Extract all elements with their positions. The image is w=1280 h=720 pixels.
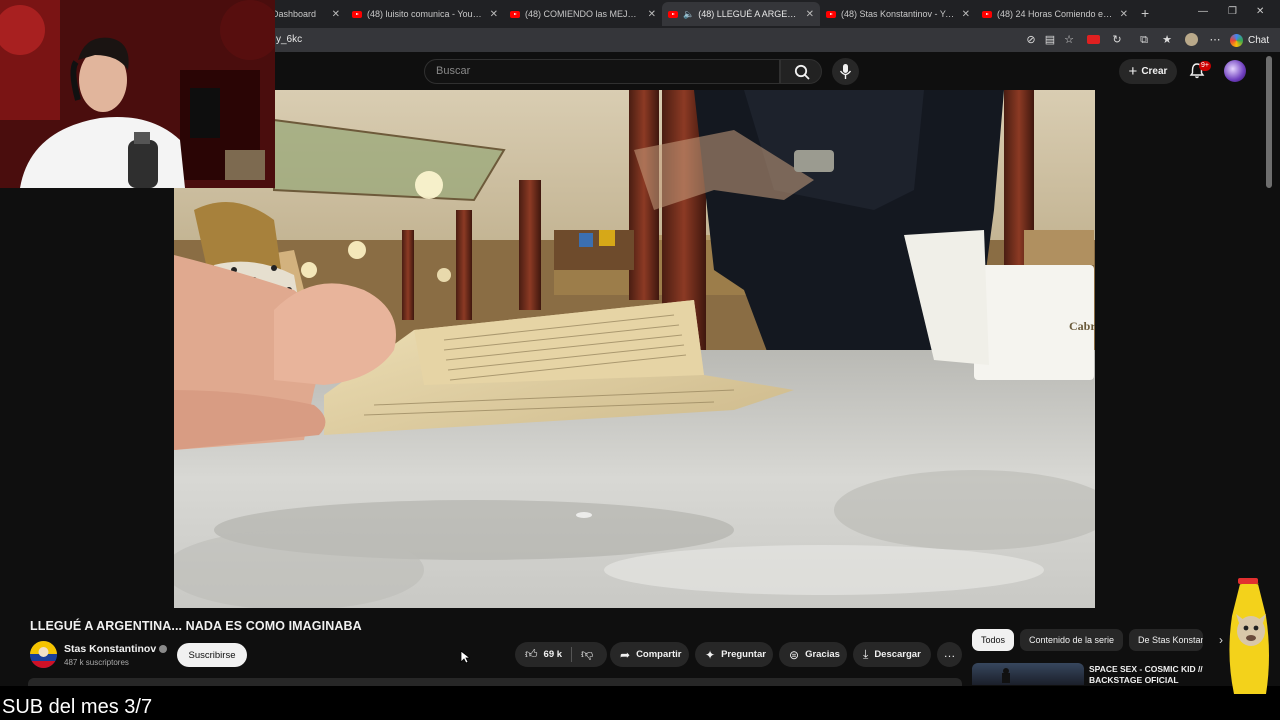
voice-search-button[interactable] (832, 58, 859, 85)
tab-stas[interactable]: (48) Stas Konstantinov - YouTube ✕ (820, 2, 976, 26)
tab-title: (48) LLEGUÉ A ARGENTINA... (698, 9, 800, 19)
download-icon: ⤓ (863, 647, 869, 661)
video-player[interactable]: Cabrales (174, 90, 1095, 608)
search-button[interactable] (780, 59, 822, 84)
chip-from-channel[interactable]: De Stas Konstan (1129, 629, 1203, 651)
copilot-icon (1230, 33, 1243, 47)
recommendation-title[interactable]: SPACE SEX - COSMIC KID // BACKSTAGE OFIC… (1089, 664, 1214, 686)
close-window-icon[interactable]: ✕ (1256, 6, 1264, 17)
url-field[interactable]: y_6kc (276, 34, 302, 45)
scrollbar[interactable] (1266, 56, 1272, 188)
minimize-icon[interactable]: — (1198, 6, 1208, 17)
reader-icon[interactable]: ▤ (1043, 33, 1057, 47)
ask-button[interactable]: ✦ Preguntar (695, 642, 773, 667)
chip-series-content[interactable]: Contenido de la serie (1020, 629, 1123, 651)
youtube-icon (668, 10, 678, 18)
microphone-icon (839, 64, 852, 79)
thanks-button[interactable]: ⊜ Gracias (779, 642, 847, 667)
menu-icon[interactable]: ⋯ (1208, 33, 1222, 47)
search-input[interactable]: Buscar (424, 59, 780, 84)
tab-comiendo-pizza[interactable]: (48) COMIENDO las MEJORES PIZ... ✕ (504, 2, 662, 26)
favorites-icon[interactable]: ★ (1160, 33, 1174, 47)
youtube-icon (510, 10, 520, 18)
close-icon[interactable]: ✕ (648, 9, 656, 20)
divider (571, 647, 573, 662)
share-label: Compartir (636, 649, 682, 660)
close-icon[interactable]: ✕ (806, 9, 814, 20)
create-label: Crear (1141, 66, 1168, 77)
restore-icon[interactable]: ❐ (1228, 6, 1237, 17)
tab-luisito[interactable]: (48) luisito comunica - YouTube ✕ (346, 2, 504, 26)
share-button[interactable]: ➦ Compartir (610, 642, 689, 667)
webcam-overlay (0, 0, 275, 188)
split-screen-icon[interactable]: ⧉ (1137, 33, 1151, 47)
tab-title: (48) Stas Konstantinov - YouTube (841, 9, 956, 19)
speaker-icon[interactable]: 🔈 (683, 9, 694, 20)
thumbnail-image (1002, 668, 1010, 683)
chip-todos[interactable]: Todos (972, 629, 1014, 651)
adblock-icon[interactable] (1086, 33, 1100, 47)
close-icon[interactable]: ✕ (490, 9, 498, 20)
tab-dashboard[interactable]: Dashboard ✕ (266, 2, 346, 26)
chat-label: Chat (1248, 34, 1270, 46)
tab-24-horas[interactable]: (48) 24 Horas Comiendo en el Me... ✕ (976, 2, 1134, 26)
youtube-icon (826, 10, 836, 18)
search-icon (794, 64, 810, 80)
thumbs-down-icon[interactable]: 👎︎ (581, 647, 593, 662)
thumbs-up-icon[interactable]: 👍︎ (525, 647, 538, 662)
recommendation-thumbnail[interactable] (972, 663, 1084, 685)
download-label: Descargar (874, 649, 921, 660)
notification-badge: 9+ (1199, 61, 1211, 71)
stream-overlay-bar (0, 686, 1280, 720)
close-icon[interactable]: ✕ (962, 9, 970, 20)
streamer-webcam (0, 0, 275, 188)
more-actions-button[interactable]: … (937, 642, 962, 667)
translate-icon[interactable]: ⊘ (1024, 33, 1038, 47)
channel-avatar[interactable] (30, 641, 57, 668)
description-box[interactable] (28, 678, 962, 686)
tab-llegue-argentina[interactable]: 🔈 (48) LLEGUÉ A ARGENTINA... ✕ (662, 2, 820, 26)
sub-goal-text: SUB del mes 3/7 (2, 696, 153, 718)
channel-flag-image (30, 641, 57, 668)
thanks-icon: ⊜ (789, 647, 800, 662)
tab-title: (48) luisito comunica - YouTube (367, 9, 484, 19)
share-icon: ➦ (620, 647, 631, 662)
tab-title: Dashboard (272, 9, 317, 19)
profile-icon[interactable] (1184, 33, 1198, 47)
refresh-icon[interactable]: ↻ (1110, 33, 1124, 47)
subscriber-count: 487 k suscriptores (64, 658, 129, 667)
plus-icon: + (1128, 63, 1138, 80)
copilot-chat-button[interactable]: Chat (1230, 32, 1269, 48)
banana-cat-sticker (1229, 578, 1269, 694)
sparkle-icon: ✦ (705, 647, 716, 662)
video-title: LLEGUÉ A ARGENTINA... NADA ES COMO IMAGI… (30, 619, 362, 633)
channel-name[interactable]: Stas Konstantinov (64, 643, 168, 655)
new-tab-button[interactable]: + (1141, 5, 1149, 21)
tab-title: (48) 24 Horas Comiendo en el Me... (997, 9, 1114, 19)
channel-name-text: Stas Konstantinov (64, 643, 157, 655)
like-dislike-group: 👍︎ 69 k 👎︎ (515, 642, 607, 667)
screen: Dashboard ✕ (48) luisito comunica - YouT… (0, 0, 1280, 720)
video-frame: Cabrales (174, 90, 1095, 608)
tab-title: (48) COMIENDO las MEJORES PIZ... (525, 9, 642, 19)
verified-icon (159, 645, 168, 654)
close-icon[interactable]: ✕ (332, 9, 340, 20)
subscribe-button[interactable]: Suscribirse (177, 643, 247, 667)
download-button[interactable]: ⤓ Descargar (853, 642, 931, 667)
close-icon[interactable]: ✕ (1120, 9, 1128, 20)
create-button[interactable]: + Crear (1119, 59, 1177, 84)
mouse-cursor-icon (460, 650, 470, 664)
youtube-icon (982, 10, 992, 18)
thanks-label: Gracias (805, 649, 840, 660)
ask-label: Preguntar (721, 649, 766, 660)
star-icon[interactable]: ☆ (1062, 33, 1076, 47)
youtube-icon (352, 10, 362, 18)
like-count[interactable]: 69 k (544, 649, 563, 660)
account-avatar[interactable] (1224, 60, 1246, 82)
napkin-brand: Cabrales (1069, 319, 1095, 333)
